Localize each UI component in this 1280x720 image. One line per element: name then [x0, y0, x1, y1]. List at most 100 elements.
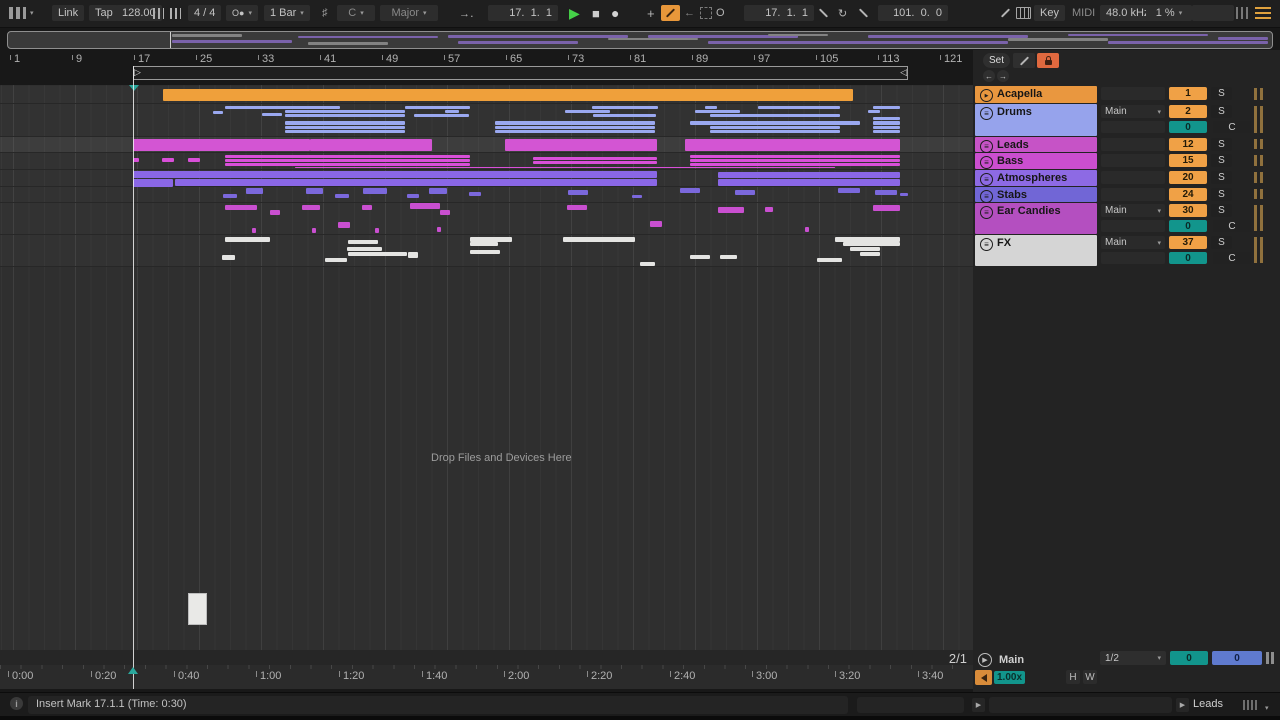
clip[interactable]	[710, 130, 840, 133]
app-menu-icon[interactable]: ▾	[9, 5, 34, 21]
crossfade-button[interactable]: C	[1213, 220, 1251, 232]
track-io-dropdown[interactable]: Main▾	[1101, 105, 1165, 118]
clip[interactable]	[495, 126, 655, 129]
clip[interactable]	[225, 237, 270, 242]
clip[interactable]	[680, 188, 700, 193]
selection-box-icon[interactable]	[700, 5, 712, 21]
clip[interactable]	[408, 252, 418, 258]
track-io-dropdown[interactable]: Main▾	[1101, 204, 1165, 217]
status-play-icon-2[interactable]: ▶	[1176, 698, 1189, 712]
track-io-dropdown[interactable]	[1101, 188, 1165, 201]
clip[interactable]	[873, 126, 900, 129]
track-name-box[interactable]: ≡FX	[975, 235, 1097, 266]
clip[interactable]	[348, 252, 407, 256]
track-name-box[interactable]: ▶Acapella	[975, 86, 1097, 103]
track-header-row[interactable]: ≡DrumsMain▾2S0C	[975, 104, 1280, 136]
nav-left-button[interactable]: ←	[983, 70, 995, 82]
clip[interactable]	[533, 161, 657, 164]
solo-button[interactable]: S	[1211, 87, 1232, 100]
clip[interactable]	[873, 106, 900, 109]
track-io-dropdown[interactable]	[1101, 171, 1165, 184]
track-name-box[interactable]: ≡Stabs	[975, 187, 1097, 202]
track-name-box[interactable]: ≡Ear Candies	[975, 203, 1097, 234]
main-pan-value[interactable]: 0	[1170, 651, 1208, 665]
clip[interactable]	[363, 188, 387, 194]
track-name-box[interactable]: ≡Atmospheres	[975, 170, 1097, 186]
clip[interactable]	[225, 159, 470, 162]
clip[interactable]	[223, 194, 237, 198]
track-io-dropdown[interactable]: Main▾	[1101, 236, 1165, 249]
clip[interactable]	[685, 139, 900, 151]
clip[interactable]	[312, 228, 316, 233]
arrangement-track-row[interactable]	[0, 86, 973, 104]
track-header-row[interactable]: ≡Bass15S	[975, 153, 1280, 169]
track-header-row[interactable]: ≡Atmospheres 20 S	[975, 170, 1280, 186]
arrangement-track-row[interactable]	[0, 170, 973, 187]
time-signature-field[interactable]: 4 / 4	[188, 5, 221, 21]
solo-button[interactable]: S	[1211, 105, 1232, 118]
clip[interactable]	[718, 179, 900, 186]
clip[interactable]	[533, 157, 657, 160]
loop-icon[interactable]: ↻	[838, 5, 847, 21]
meter-menu-caret[interactable]: ▾	[1261, 700, 1269, 716]
clip[interactable]	[710, 114, 840, 117]
time-ruler[interactable]: 0:000:200:401:001:201:402:002:202:403:00…	[0, 665, 973, 689]
clip[interactable]	[690, 155, 900, 158]
track-io-field-2[interactable]	[1101, 220, 1165, 232]
clip[interactable]	[505, 139, 657, 151]
zoom-level-value[interactable]: 1.00x	[994, 671, 1025, 684]
main-play-icon[interactable]: ▶	[978, 652, 992, 668]
clip[interactable]	[758, 106, 840, 109]
pan-value[interactable]: 0	[1169, 220, 1207, 232]
clip[interactable]	[495, 121, 655, 125]
play-button[interactable]: ▶	[569, 5, 580, 21]
metronome-count-in-icon[interactable]	[153, 5, 164, 21]
track-io-field-2[interactable]	[1101, 252, 1165, 264]
clip[interactable]	[225, 205, 257, 210]
clip[interactable]	[860, 252, 880, 256]
clip[interactable]	[302, 205, 320, 210]
clip[interactable]	[188, 158, 200, 162]
clip[interactable]	[285, 130, 405, 133]
track-header-row[interactable]: ≡Stabs24S	[975, 187, 1280, 202]
clip[interactable]	[705, 106, 717, 109]
clip[interactable]	[567, 205, 587, 210]
clip[interactable]	[470, 250, 500, 254]
tap-tempo-button[interactable]: Tap	[89, 5, 119, 21]
clip[interactable]	[690, 121, 860, 125]
clip[interactable]	[817, 258, 842, 262]
scale-icon[interactable]: ♯	[322, 5, 328, 21]
playhead-grab-triangle[interactable]	[129, 85, 139, 91]
fade-icon[interactable]	[818, 5, 829, 21]
clip[interactable]	[690, 163, 900, 166]
solo-button[interactable]: S	[1211, 171, 1232, 184]
clip[interactable]	[850, 247, 880, 251]
status-play-icon-1[interactable]: ▶	[972, 698, 985, 712]
track-header-row[interactable]: ▶Acapella1S	[975, 86, 1280, 103]
clip[interactable]	[873, 121, 900, 125]
clip[interactable]	[838, 188, 860, 193]
clip[interactable]	[440, 210, 450, 215]
clip[interactable]	[163, 89, 853, 101]
clip[interactable]	[162, 158, 174, 162]
clip[interactable]	[133, 139, 310, 151]
clip[interactable]	[133, 179, 173, 187]
clip[interactable]	[690, 255, 710, 259]
clip[interactable]	[175, 179, 657, 186]
keyboard-icon[interactable]	[1016, 5, 1031, 21]
main-grid-menu[interactable]: 1/2▾	[1100, 651, 1166, 665]
clip[interactable]	[225, 163, 470, 166]
clip[interactable]	[246, 188, 263, 194]
clip[interactable]	[875, 190, 897, 195]
track-io-dropdown[interactable]	[1101, 154, 1165, 167]
set-button[interactable]: Set	[983, 53, 1010, 68]
main-volume-value[interactable]: 0	[1212, 651, 1262, 665]
track-io-field-2[interactable]	[1101, 121, 1165, 133]
clip[interactable]	[347, 247, 382, 251]
clip[interactable]	[252, 228, 256, 233]
clip[interactable]	[222, 255, 235, 260]
track-name-box[interactable]: ≡Drums	[975, 104, 1097, 136]
clip[interactable]	[306, 188, 323, 194]
track-number[interactable]: 20	[1169, 171, 1207, 184]
clip[interactable]	[310, 139, 432, 151]
